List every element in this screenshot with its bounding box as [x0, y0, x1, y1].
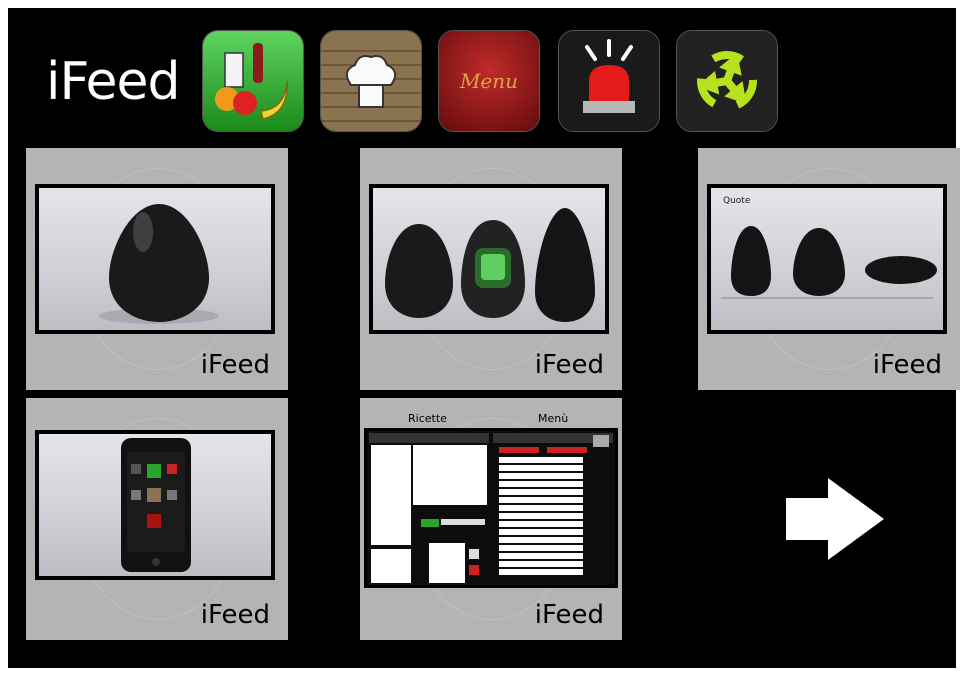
tile-label: iFeed: [200, 350, 270, 380]
tile-egg-trio[interactable]: iFeed: [360, 148, 622, 390]
app-screen: iFeed Menu iFeed iFeed Quote iFeed iFeed…: [8, 8, 960, 668]
tile-preview: [35, 430, 275, 580]
recipes-header: Ricette: [408, 412, 447, 425]
tile-preview: [364, 428, 618, 588]
groceries-icon[interactable]: [202, 30, 304, 132]
app-title: iFeed: [46, 52, 181, 112]
tile-label: iFeed: [200, 600, 270, 630]
tile-preview: [35, 184, 275, 334]
chef-hat-icon[interactable]: [320, 30, 422, 132]
menu-card-icon[interactable]: Menu: [438, 30, 540, 132]
tile-quote[interactable]: Quote iFeed: [698, 148, 960, 390]
tile-label: iFeed: [872, 350, 942, 380]
tile-phone[interactable]: iFeed: [26, 398, 288, 640]
menu-header: Menù: [538, 412, 569, 425]
tile-preview: [369, 184, 609, 334]
tile-egg[interactable]: iFeed: [26, 148, 288, 390]
tile-recipes-menu[interactable]: Ricette Menù iFeed: [360, 398, 622, 640]
tile-preview: Quote: [707, 184, 947, 334]
tile-label: iFeed: [534, 350, 604, 380]
tile-label: iFeed: [534, 600, 604, 630]
menu-card-label: Menu: [459, 69, 519, 93]
alarm-siren-icon[interactable]: [558, 30, 660, 132]
arrow-right-icon[interactable]: [786, 478, 884, 560]
frame-caption: Quote: [723, 196, 751, 206]
recycle-icon[interactable]: [676, 30, 778, 132]
